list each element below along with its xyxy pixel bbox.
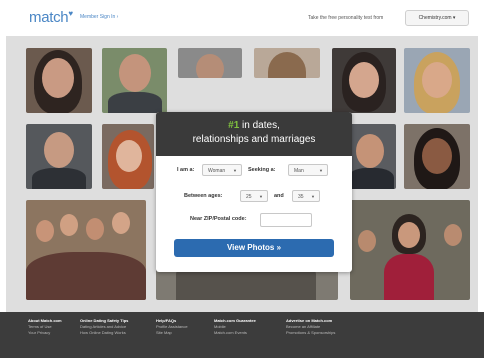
headline-number: #1: [228, 120, 240, 131]
footer: About Match.com Terms of Use Your Privac…: [0, 312, 484, 358]
and-label: and: [274, 193, 284, 199]
age-from-select[interactable]: 25 ▼: [240, 190, 268, 202]
footer-column: Help/FAQs Profile Assistance Site Map: [156, 318, 188, 336]
profile-photo: [346, 124, 396, 189]
headline: #1 in dates,: [156, 120, 352, 131]
caret-down-icon: ▼: [311, 194, 315, 199]
profile-photo: [404, 48, 470, 113]
seeking-select-value: Man: [294, 168, 304, 174]
match-logo[interactable]: match♥: [29, 9, 73, 26]
group-photo: [26, 200, 146, 300]
profile-photo: [254, 48, 320, 78]
search-card: #1 in dates, relationships and marriages…: [156, 112, 352, 272]
footer-column: Advertise on Match.com Become an Affilia…: [286, 318, 335, 336]
footer-column: Online Dating Safety Tips Dating Article…: [80, 318, 128, 336]
footer-link[interactable]: How Online Dating Works: [80, 330, 128, 336]
seeking-select[interactable]: Man ▼: [288, 164, 328, 176]
group-photo: [350, 200, 470, 300]
profile-photo: [404, 124, 470, 189]
gender-select-value: Woman: [208, 168, 226, 174]
member-sign-in-link[interactable]: Member Sign In ›: [80, 14, 118, 20]
age-from-value: 25: [246, 194, 252, 200]
footer-column: Match.com Guarantee Mobile Match.com Eve…: [214, 318, 256, 336]
profile-photo: [26, 48, 92, 113]
footer-column: About Match.com Terms of Use Your Privac…: [28, 318, 62, 336]
headline-subtitle: relationships and marriages: [192, 134, 316, 145]
age-to-select[interactable]: 35 ▼: [292, 190, 320, 202]
profile-photo: [102, 48, 167, 113]
zip-input[interactable]: [260, 213, 312, 227]
heart-icon: ♥: [68, 9, 73, 18]
chemistry-dropdown-button[interactable]: Chemistry.com ▾: [405, 10, 469, 26]
profile-photo: [332, 48, 396, 113]
card-header: #1 in dates, relationships and marriages: [156, 112, 352, 156]
gender-select[interactable]: Woman ▼: [202, 164, 242, 176]
footer-link[interactable]: Match.com Events: [214, 330, 256, 336]
caret-down-icon: ▼: [319, 168, 323, 173]
view-photos-button[interactable]: View Photos »: [174, 239, 334, 257]
caret-down-icon: ▼: [233, 168, 237, 173]
seeking-label: Seeking a:: [248, 167, 276, 173]
footer-link[interactable]: Promotions & Sponsorships: [286, 330, 335, 336]
logo-text: match: [29, 9, 69, 26]
headline-text: in dates,: [239, 120, 280, 131]
footer-link[interactable]: Site Map: [156, 330, 188, 336]
zip-label: Near ZIP/Postal code:: [190, 216, 247, 222]
between-ages-label: Between ages:: [184, 193, 223, 199]
profile-photo: [178, 48, 242, 78]
i-am-label: I am a:: [177, 167, 195, 173]
profile-photo: [26, 124, 92, 189]
caret-down-icon: ▼: [259, 194, 263, 199]
footer-link[interactable]: Your Privacy: [28, 330, 62, 336]
photo-collage: #1 in dates, relationships and marriages…: [6, 36, 478, 312]
personality-test-text: Take the free personality test from: [308, 15, 384, 21]
age-to-value: 35: [298, 194, 304, 200]
profile-photo: [102, 124, 154, 189]
top-bar: match♥ Member Sign In › Take the free pe…: [0, 0, 484, 36]
